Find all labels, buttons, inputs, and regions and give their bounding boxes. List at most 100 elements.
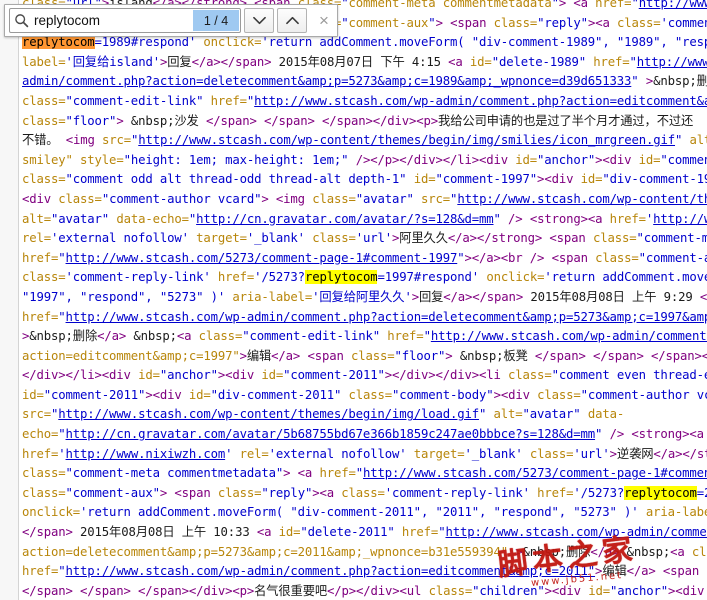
code-token: </span> </span> </span></div><p> [205, 113, 439, 128]
code-token: <strong> [529, 211, 588, 226]
code-token: > [261, 191, 269, 206]
code-token: "comment-meta commentmetadata" [65, 466, 284, 481]
find-toolbar[interactable]: 1 / 4 × [4, 4, 338, 37]
code-token: <div [544, 172, 581, 187]
code-token: label= [22, 54, 66, 69]
code-token: href= [387, 329, 424, 344]
code-token: data-echo= [116, 211, 189, 226]
code-token: class= [198, 329, 243, 344]
code-token: 还 [681, 113, 694, 128]
code-token: 编辑 [602, 564, 627, 579]
code-token: <li [479, 368, 509, 383]
code-token: > [544, 583, 552, 598]
source-line: "1997", "respond", "5273" )' aria-label=… [22, 288, 707, 308]
code-token: '/5273? [254, 270, 305, 285]
code-token: http://www.stcash.com/5273/comment-page-… [65, 250, 458, 265]
source-line: echo="http://cn.gravatar.com/avatar/5b68… [22, 425, 707, 445]
find-input-wrapper[interactable]: 1 / 4 [9, 8, 241, 33]
code-token: ' [58, 446, 66, 461]
code-token: 'external nofollow' [268, 446, 407, 461]
code-token: <div [602, 152, 639, 167]
code-token: > [493, 387, 501, 402]
source-code-text[interactable]: class="url">island</a></strong> <span cl… [22, 0, 707, 600]
code-token: action=deletecomment&amp;p=5273&amp;c=20… [22, 544, 508, 559]
code-token: 'return addComment.moveForm( "div-commen… [80, 505, 639, 520]
code-token: href= [593, 54, 630, 69]
source-line: >&nbsp;删除</a> &nbsp;<a class="comment-ed… [22, 327, 707, 347]
code-token: href= [401, 525, 439, 540]
code-token: 'url' [355, 231, 392, 246]
code-token: class= [22, 93, 66, 108]
find-previous-button[interactable] [277, 8, 307, 33]
code-token: " [355, 466, 363, 481]
code-token: "1997", "respond", "5273" )' [22, 289, 226, 304]
code-token: </a></span> [443, 289, 524, 304]
code-token: src= [22, 407, 52, 422]
code-token: class= [592, 231, 637, 246]
code-token: "avatar" [522, 407, 581, 422]
code-token: <span [450, 15, 494, 30]
code-token: <a [297, 466, 320, 481]
code-token: " [58, 564, 66, 579]
code-token: http://www.stcash.com/wp-admin/comment. [445, 525, 707, 540]
code-token: href= [210, 93, 247, 108]
source-line: alt="avatar" data-echo= "http://cn.gravat… [22, 210, 707, 230]
code-token: <span [662, 564, 707, 579]
code-token: '/5273? [573, 485, 625, 500]
code-token: <strong> [631, 427, 690, 442]
code-token: http://www.stcash.com/wp-admin/comment.p… [254, 93, 707, 108]
code-token: href= [537, 485, 574, 500]
code-token: http://www.stcash.com/5273/comment-page-… [362, 466, 707, 481]
code-token: class= [22, 485, 66, 500]
code-token: "height: 1em; max-height: 1em;" [123, 152, 349, 167]
code-token: "comment-edit-link" [242, 329, 381, 344]
code-token: id= [22, 387, 44, 402]
source-code-viewport[interactable]: class="url">island</a></strong> <span cl… [0, 0, 707, 600]
code-token: '回复给island' [65, 54, 161, 69]
code-token: <span [307, 348, 351, 363]
code-token: <img [275, 191, 313, 206]
code-token: 2015年08月07日 下午 4:15 [271, 54, 449, 69]
code-token: '回复给阿里久久' [312, 289, 412, 304]
code-token: 回复 [418, 289, 444, 304]
code-token: admin/comment.php?action=deletecomment&a… [22, 74, 632, 89]
source-line: </div></li><div id="anchor"><div id="com… [22, 366, 707, 386]
code-token: </a> [271, 348, 301, 363]
code-token: </a> [590, 544, 620, 559]
code-token: class= [22, 172, 66, 187]
code-token: 我给公司申请的也是过了半个月才通过，不过 [438, 113, 681, 128]
code-token: "comment-body" [392, 387, 494, 402]
code-token: onclick= [203, 35, 262, 50]
code-token: rel= [22, 231, 52, 246]
code-token: 'return addComment.moveForm( "div-commen… [261, 35, 707, 50]
close-icon[interactable]: × [311, 8, 337, 33]
code-token: "comment-19 [660, 152, 707, 167]
source-line: class="comment-aux"> <span class="reply"… [22, 484, 707, 504]
code-token: "delete-1989" [491, 54, 586, 69]
code-token: > [116, 113, 124, 128]
code-token: <a [256, 525, 279, 540]
source-line: onclick='return addComment.moveForm( "di… [22, 503, 707, 523]
code-token: href= [595, 0, 632, 10]
code-token: <a [176, 329, 199, 344]
code-token: id= [278, 525, 301, 540]
code-token: http://www.stcash.com/wp-admin/comment.p… [430, 329, 707, 344]
code-token: <span [174, 485, 218, 500]
code-token: src= [421, 191, 451, 206]
find-next-button[interactable] [244, 8, 274, 33]
code-token: "comment-aux" [65, 485, 160, 500]
code-token: <img [65, 133, 102, 148]
code-token: class= [22, 113, 66, 128]
code-token: </a> [626, 564, 656, 579]
source-line: class='comment-reply-link' href='/5273?r… [22, 268, 707, 288]
code-token: "comment-aux" [638, 250, 707, 265]
code-token: <div [675, 583, 705, 598]
code-token: /> [508, 211, 523, 226]
code-token: data- [587, 407, 625, 422]
code-token: class= [217, 485, 262, 500]
code-token: 'return addComment.moveForm [544, 270, 707, 285]
